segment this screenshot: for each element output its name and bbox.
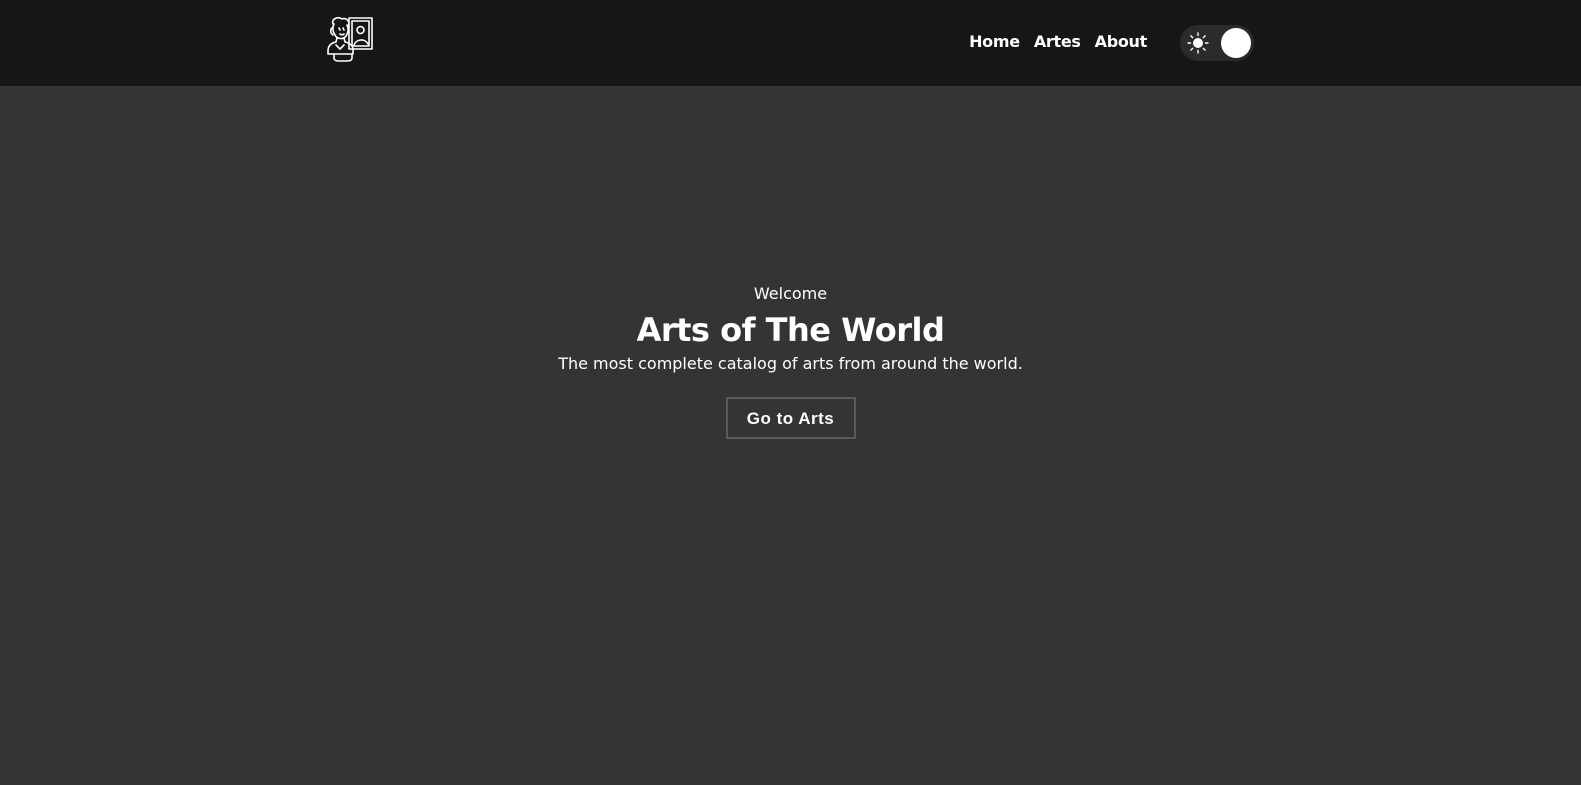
nav-artes-link[interactable]: Artes (1034, 31, 1081, 53)
page-title: Arts of The World (636, 311, 945, 349)
go-to-arts-button[interactable]: Go to Arts (725, 397, 856, 439)
nav-home-link[interactable]: Home (969, 31, 1020, 53)
site-header: Home Artes About (0, 0, 1581, 86)
hero-section: Welcome Arts of The World The most compl… (0, 283, 1581, 439)
main-nav: Home Artes About (969, 31, 1147, 53)
bust-and-painting-icon[interactable] (325, 14, 377, 66)
hero-subtitle: The most complete catalog of arts from a… (558, 354, 1023, 373)
theme-toggle[interactable] (1180, 25, 1254, 61)
welcome-text: Welcome (753, 284, 828, 303)
nav-about-link[interactable]: About (1095, 31, 1148, 53)
toggle-knob[interactable] (1221, 28, 1251, 58)
sun-icon (1187, 32, 1209, 54)
